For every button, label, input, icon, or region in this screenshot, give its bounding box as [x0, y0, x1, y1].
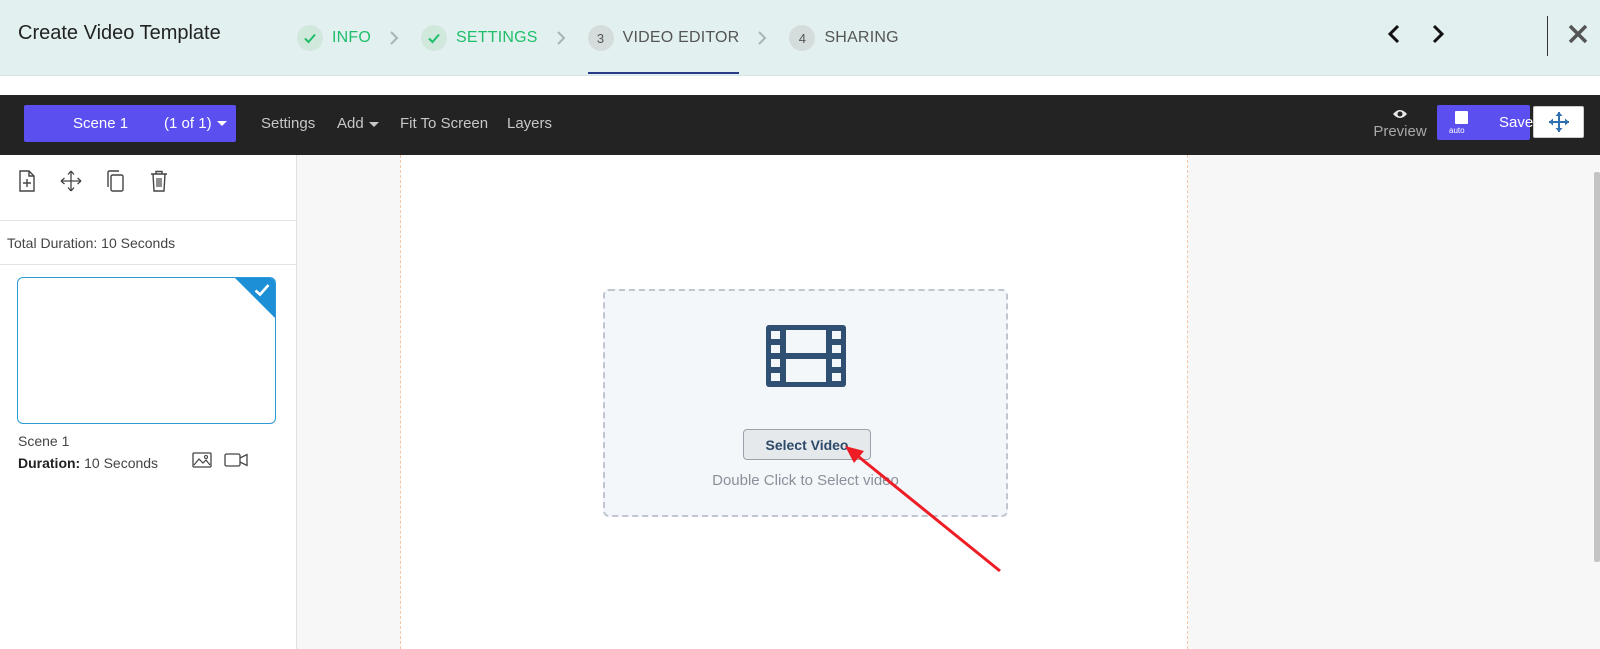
- step-label: SHARING: [824, 29, 899, 46]
- duration-value: 10 Seconds: [84, 455, 159, 471]
- wizard-nav: [1382, 22, 1450, 46]
- select-video-button[interactable]: Select Video: [743, 429, 871, 460]
- scene-selector-button[interactable]: Scene 1 (1 of 1): [24, 105, 236, 142]
- layers-button[interactable]: Layers: [507, 115, 552, 132]
- check-icon: [297, 25, 323, 51]
- step-label: SETTINGS: [456, 29, 538, 46]
- check-icon: [254, 283, 270, 302]
- scene-tools: [16, 169, 170, 193]
- chevron-right-icon: [757, 0, 767, 76]
- film-icon: [766, 325, 846, 392]
- wizard-header: Create Video Template INFO SETTINGS 3 VI…: [0, 0, 1600, 76]
- scene-name: Scene 1: [73, 115, 129, 132]
- auto-save-checkbox[interactable]: [1455, 111, 1468, 124]
- scene-thumbnail[interactable]: [17, 277, 276, 424]
- save-button[interactable]: auto Save: [1437, 105, 1534, 140]
- divider: [0, 220, 297, 221]
- fit-to-screen-button[interactable]: Fit To Screen: [400, 115, 488, 132]
- close-icon[interactable]: [1566, 22, 1592, 48]
- image-icon[interactable]: [192, 452, 212, 468]
- preview-button[interactable]: Preview: [1372, 107, 1428, 140]
- add-menu[interactable]: Add: [337, 115, 379, 132]
- move-icon[interactable]: [1533, 106, 1584, 138]
- dropzone-hint: Double Click to Select video: [712, 472, 899, 489]
- caret-down-icon: [368, 121, 379, 127]
- total-duration: Total Duration: 10 Seconds: [7, 235, 176, 251]
- video-camera-icon[interactable]: [224, 452, 248, 468]
- preview-label: Preview: [1373, 123, 1427, 140]
- eye-icon: [1372, 107, 1428, 123]
- move-icon[interactable]: [60, 169, 82, 193]
- duration-key: Duration:: [18, 455, 81, 471]
- step-info[interactable]: INFO: [297, 0, 371, 76]
- save-label: Save: [1499, 114, 1534, 131]
- caret-down-icon: [216, 121, 227, 126]
- editor-canvas-area: Select Video Double Click to Select vide…: [297, 155, 1600, 649]
- copy-icon[interactable]: [104, 169, 126, 193]
- video-dropzone[interactable]: Select Video Double Click to Select vide…: [603, 289, 1008, 517]
- step-sharing[interactable]: 4 SHARING: [789, 0, 899, 76]
- chevron-right-icon: [556, 0, 566, 76]
- scene-count: (1 of 1): [164, 115, 212, 132]
- step-video-editor[interactable]: 3 VIDEO EDITOR: [587, 0, 740, 76]
- step-label: INFO: [332, 29, 372, 46]
- add-page-icon[interactable]: [16, 169, 38, 193]
- add-menu-label: Add: [337, 115, 364, 132]
- trash-icon[interactable]: [148, 169, 170, 193]
- scene-label: Scene 1: [18, 433, 70, 449]
- step-number: 4: [789, 25, 816, 51]
- step-label: VIDEO EDITOR: [622, 29, 740, 46]
- scene-sidebar: Total Duration: 10 Seconds Scene 1 Durat…: [0, 155, 297, 649]
- scene-duration: Duration: 10 Seconds: [18, 455, 158, 471]
- auto-label: auto: [1449, 126, 1465, 135]
- check-icon: [421, 25, 448, 51]
- chevron-right-icon: [389, 0, 399, 76]
- divider: [1547, 16, 1548, 56]
- scene-canvas[interactable]: Select Video Double Click to Select vide…: [400, 155, 1188, 649]
- scene-media-tools: [192, 452, 248, 468]
- step-number: 3: [587, 25, 614, 51]
- wizard-steps: INFO SETTINGS 3 VIDEO EDITOR 4 SHARING: [297, 0, 899, 76]
- step-settings[interactable]: SETTINGS: [421, 0, 538, 76]
- settings-menu[interactable]: Settings: [261, 115, 315, 132]
- divider: [0, 264, 297, 265]
- page-title: Create Video Template: [18, 22, 221, 44]
- chevron-left-icon[interactable]: [1382, 22, 1406, 46]
- editor-toolbar: Scene 1 (1 of 1) Settings Add Fit To Scr…: [0, 95, 1600, 155]
- chevron-right-icon[interactable]: [1426, 22, 1450, 46]
- scrollbar[interactable]: [1594, 172, 1600, 562]
